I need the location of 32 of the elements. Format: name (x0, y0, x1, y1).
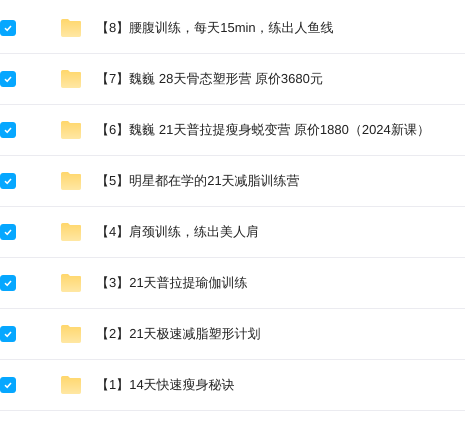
folder-name[interactable]: 【8】腰腹训练，每天15min，练出人鱼线 (96, 18, 334, 38)
folder-icon (60, 70, 82, 88)
folder-name[interactable]: 【7】魏巍 28天骨态塑形营 原价3680元 (96, 69, 323, 89)
check-icon (3, 176, 13, 186)
folder-icon (60, 274, 82, 292)
checkbox[interactable] (0, 122, 16, 138)
check-icon (3, 329, 13, 339)
checkbox[interactable] (0, 20, 16, 36)
folder-icon (60, 19, 82, 37)
check-icon (3, 74, 13, 84)
check-icon (3, 278, 13, 288)
folder-name[interactable]: 【5】明星都在学的21天减脂训练营 (96, 171, 300, 191)
folder-name[interactable]: 【6】魏巍 21天普拉提瘦身蜕变营 原价1880（2024新课） (96, 120, 430, 140)
check-icon (3, 227, 13, 237)
folder-icon (60, 172, 82, 190)
folder-name[interactable]: 【4】肩颈训练，练出美人肩 (96, 222, 260, 242)
folder-icon (60, 325, 82, 343)
checkbox[interactable] (0, 377, 16, 393)
folder-name[interactable]: 【1】14天快速瘦身秘诀 (96, 375, 235, 395)
check-icon (3, 23, 13, 33)
check-icon (3, 125, 13, 135)
folder-name[interactable]: 【3】21天普拉提瑜伽训练 (96, 273, 248, 293)
folder-icon (60, 223, 82, 241)
checkbox[interactable] (0, 71, 16, 87)
folder-name[interactable]: 【2】21天极速减脂塑形计划 (96, 324, 261, 344)
checkbox[interactable] (0, 224, 16, 240)
folder-icon (60, 376, 82, 394)
checkbox[interactable] (0, 275, 16, 291)
folder-icon (60, 121, 82, 139)
checkbox[interactable] (0, 326, 16, 342)
check-icon (3, 380, 13, 390)
checkbox[interactable] (0, 173, 16, 189)
